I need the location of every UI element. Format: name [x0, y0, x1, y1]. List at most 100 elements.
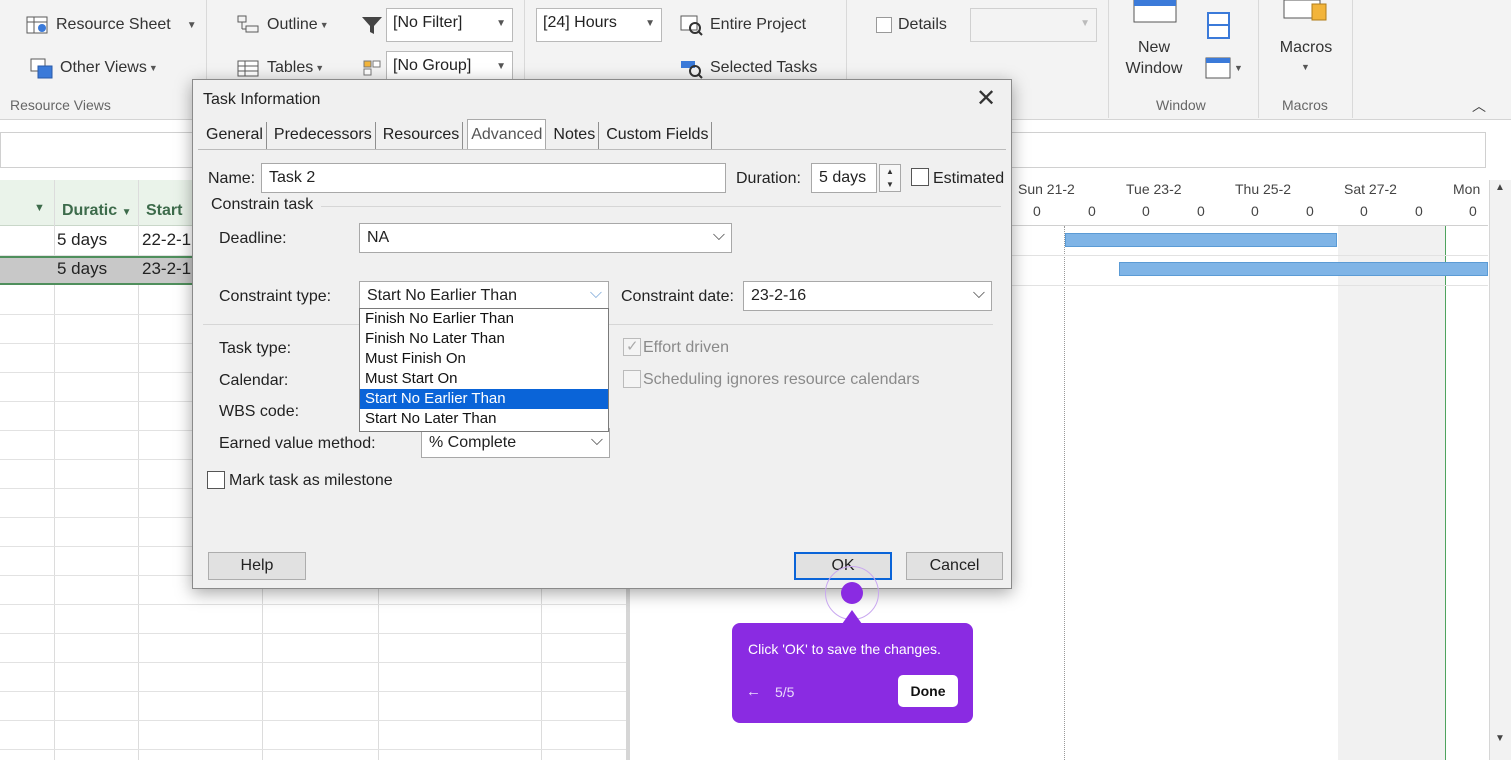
details-checkbox[interactable]: Details	[876, 16, 947, 34]
details-checkbox-box[interactable]	[876, 17, 892, 33]
scheduling-ignores-checkbox[interactable]	[623, 370, 641, 388]
spin-up-icon[interactable]: ▲	[880, 165, 900, 178]
tab-general[interactable]: General	[203, 122, 267, 150]
grid-line	[0, 691, 628, 692]
spin-down-icon[interactable]: ▼	[880, 178, 900, 191]
ribbon-separator	[1352, 0, 1353, 118]
table-cell-duration[interactable]: 5 days	[57, 230, 107, 250]
done-button[interactable]: Done	[898, 675, 958, 707]
tooltip-pointer	[842, 610, 862, 624]
tab-custom-fields[interactable]: Custom Fields	[603, 122, 713, 150]
constraint-type-dropdown-list: Finish No Earlier Than Finish No Later T…	[359, 308, 609, 432]
duration-spinner[interactable]: ▲ ▼	[879, 164, 901, 192]
entire-project-button[interactable]: Entire Project	[680, 14, 806, 36]
status-date-line	[1445, 226, 1446, 760]
scroll-down-icon[interactable]: ▼	[1495, 733, 1505, 744]
timescale-tick: 0	[1033, 203, 1041, 219]
other-views-button[interactable]: Other Views ▼	[30, 57, 158, 79]
filter-value: [No Filter]	[393, 14, 463, 31]
list-item-selected[interactable]: Start No Earlier Than	[360, 389, 608, 409]
tab-advanced[interactable]: Advanced	[467, 119, 547, 150]
constraint-type-select[interactable]: Start No Earlier Than ⌵	[359, 281, 609, 311]
milestone-label: Mark task as milestone	[229, 472, 393, 489]
arrange-all-icon	[1207, 12, 1231, 44]
collapse-ribbon-icon[interactable]: ︿	[1472, 96, 1486, 116]
name-label: Name:	[208, 170, 256, 187]
entire-project-label: Entire Project	[710, 16, 807, 33]
earned-value-select[interactable]: % Complete ⌵	[421, 428, 610, 458]
list-item[interactable]: Finish No Earlier Than	[360, 309, 608, 329]
back-arrow-icon[interactable]: ←	[746, 683, 761, 700]
list-item[interactable]: Finish No Later Than	[360, 329, 608, 349]
timescale-day: Sun 21-2	[1018, 181, 1075, 197]
select-all-arrow-icon[interactable]: ▼	[34, 180, 45, 226]
constraint-date-value: 23-2-16	[751, 287, 807, 304]
gantt-bar[interactable]	[1119, 262, 1488, 276]
resource-views-group-label: Resource Views	[10, 97, 111, 113]
column-header-duration[interactable]: Duratic ▼	[62, 180, 131, 226]
tab-predecessors[interactable]: Predecessors	[271, 122, 376, 150]
task-type-label: Task type:	[219, 340, 292, 357]
tab-resources[interactable]: Resources	[380, 122, 464, 150]
table-cell-start[interactable]: 22-2-1	[142, 230, 191, 250]
macros-button[interactable]: Macros	[1272, 37, 1340, 58]
vertical-scrollbar[interactable]: ▲ ▼	[1489, 180, 1511, 760]
chevron-down-icon: ▼	[496, 61, 506, 72]
resource-sheet-label: Resource Sheet	[56, 16, 171, 33]
effort-driven-label: Effort driven	[643, 339, 729, 356]
new-window-icon	[1132, 0, 1178, 28]
deadline-label: Deadline:	[219, 230, 287, 247]
chevron-down-icon: ▼	[645, 18, 655, 29]
scheduling-ignores-label: Scheduling ignores resource calendars	[643, 371, 920, 388]
scroll-up-icon[interactable]: ▲	[1495, 182, 1505, 193]
list-item[interactable]: Start No Later Than	[360, 409, 608, 429]
timescale-tick: 0	[1142, 203, 1150, 219]
tables-icon	[237, 57, 261, 79]
deadline-select[interactable]: NA ⌵	[359, 223, 732, 253]
list-item[interactable]: Must Finish On	[360, 349, 608, 369]
filter-select[interactable]: [No Filter] ▼	[386, 8, 513, 42]
selected-tasks-button[interactable]: Selected Tasks	[680, 57, 817, 79]
table-cell-duration[interactable]: 5 days	[57, 259, 107, 279]
name-input[interactable]: Task 2	[261, 163, 726, 193]
duration-value: 5 days	[819, 169, 867, 186]
constraint-type-label: Constraint type:	[219, 288, 332, 305]
outline-label: Outline	[267, 16, 318, 33]
timescale-tick: 0	[1251, 203, 1259, 219]
guide-hotspot[interactable]	[841, 582, 863, 604]
constraint-date-select[interactable]: 23-2-16 ⌵	[743, 281, 992, 311]
details-label: Details	[898, 16, 947, 33]
switch-windows-icon[interactable]: ▼	[1205, 56, 1245, 84]
timescale-select[interactable]: [24] Hours ▼	[536, 8, 662, 42]
timescale-tick: 0	[1306, 203, 1314, 219]
macros-group-label: Macros	[1282, 97, 1328, 113]
constrain-task-group-label: Constrain task	[211, 196, 314, 213]
resource-sheet-button[interactable]: Resource Sheet ▼	[26, 14, 197, 36]
close-icon[interactable]: ✕	[969, 84, 1003, 114]
estimated-checkbox[interactable]	[911, 168, 929, 186]
column-header-start[interactable]: Start	[146, 180, 182, 226]
details-view-select[interactable]: ▼	[970, 8, 1097, 42]
table-cell-start[interactable]: 23-2-1	[142, 259, 191, 279]
outline-icon	[237, 14, 261, 36]
other-views-label: Other Views	[60, 59, 147, 76]
effort-driven-checkbox[interactable]	[623, 337, 641, 356]
help-button[interactable]: Help	[208, 552, 306, 580]
tab-notes[interactable]: Notes	[550, 122, 600, 150]
cancel-button[interactable]: Cancel	[906, 552, 1003, 580]
chevron-down-icon: ▼	[319, 20, 329, 30]
gantt-bar[interactable]	[1065, 233, 1337, 247]
milestone-checkbox[interactable]	[207, 471, 225, 489]
timescale-day: Mon	[1453, 181, 1481, 197]
tables-button[interactable]: Tables ▼	[237, 57, 324, 79]
chevron-down-icon: ⌵	[590, 432, 603, 449]
ribbon-separator	[1258, 0, 1259, 118]
outline-button[interactable]: Outline ▼	[237, 14, 329, 36]
timescale-day: Thu 25-2	[1235, 181, 1292, 197]
project-start-line	[1064, 226, 1065, 760]
duration-input[interactable]: 5 days	[811, 163, 877, 193]
list-item[interactable]: Must Start On	[360, 369, 608, 389]
timescale-day: Sat 27-2	[1344, 181, 1397, 197]
resource-sheet-icon	[26, 14, 50, 36]
new-window-button[interactable]: New Window	[1118, 37, 1190, 79]
